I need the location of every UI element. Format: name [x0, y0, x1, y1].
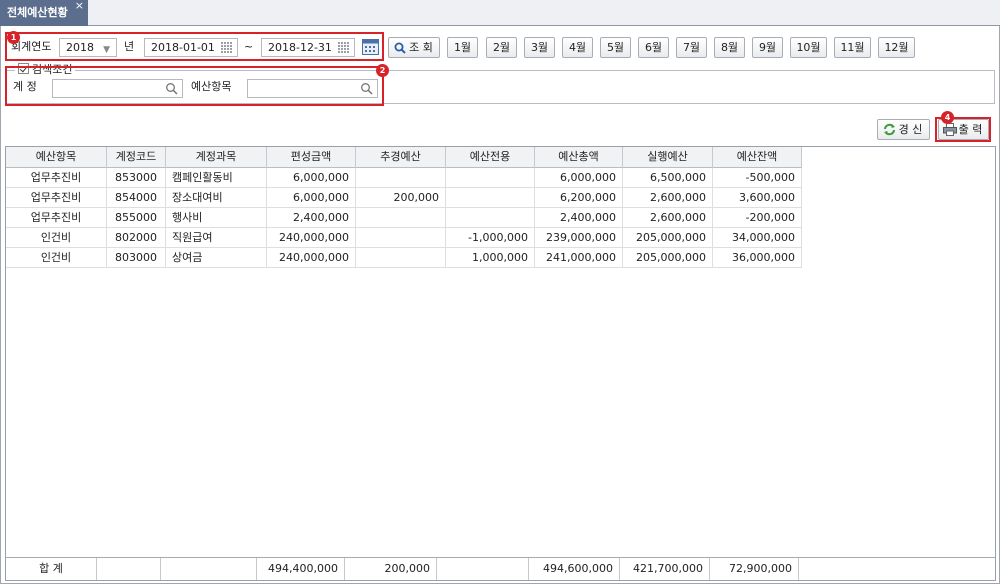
column-header[interactable]: 실행예산: [623, 147, 713, 168]
column-header[interactable]: 예산잔액: [713, 147, 802, 168]
month-button-10[interactable]: 10월: [790, 37, 827, 58]
table-cell: -200,000: [713, 208, 802, 228]
table-cell: 240,000,000: [267, 228, 356, 248]
table-cell: 239,000,000: [535, 228, 623, 248]
month-button-7[interactable]: 7월: [676, 37, 707, 58]
footer-cell: 494,400,000: [257, 558, 345, 580]
footer-cell: 421,700,000: [620, 558, 710, 580]
table-cell: 200,000: [356, 188, 446, 208]
grid-footer: 합 계 494,400,000 200,000 494,600,000 421,700,…: [6, 557, 995, 580]
month-button-3[interactable]: 3월: [524, 37, 555, 58]
refresh-icon: [884, 123, 895, 136]
column-header[interactable]: 추경예산: [356, 147, 446, 168]
table-cell: [356, 228, 446, 248]
table-cell: 행사비: [166, 208, 267, 228]
column-header[interactable]: 예산전용: [446, 147, 535, 168]
table-cell: 802000: [107, 228, 166, 248]
table-cell: -500,000: [713, 168, 802, 188]
badge-2: 2: [376, 64, 389, 77]
table-cell: 240,000,000: [267, 248, 356, 268]
table-cell: 6,500,000: [623, 168, 713, 188]
column-header[interactable]: 편성금액: [267, 147, 356, 168]
table-cell: 34,000,000: [713, 228, 802, 248]
table-cell: 업무추진비: [6, 208, 107, 228]
table-row[interactable]: 업무추진비 855000 행사비 2,400,000 2,400,000 2,600,00…: [6, 208, 802, 228]
badge-1: 1: [7, 31, 20, 44]
column-header[interactable]: 계정코드: [107, 147, 166, 168]
grid-header: 예산항목 계정코드 계정과목 편성금액 추경예산 예산전용 예산총액 실행예산 예산잔액: [6, 147, 802, 168]
footer-cell: [161, 558, 257, 580]
table-cell: [446, 188, 535, 208]
column-header[interactable]: 예산총액: [535, 147, 623, 168]
table-cell: 3,600,000: [713, 188, 802, 208]
month-button-4[interactable]: 4월: [562, 37, 593, 58]
highlight-box-2: [5, 66, 384, 106]
table-cell: [356, 248, 446, 268]
table-cell: [446, 208, 535, 228]
table-cell: 캠페인활동비: [166, 168, 267, 188]
search-button[interactable]: 조 회: [388, 37, 440, 58]
table-cell: 36,000,000: [713, 248, 802, 268]
column-header[interactable]: 계정과목: [166, 147, 267, 168]
footer-cell: 200,000: [345, 558, 437, 580]
table-cell: [446, 168, 535, 188]
table-row[interactable]: 업무추진비 854000 장소대여비 6,000,000 200,000 6,200,00…: [6, 188, 802, 208]
table-cell: [356, 168, 446, 188]
month-button-6[interactable]: 6월: [638, 37, 669, 58]
table-cell: 업무추진비: [6, 188, 107, 208]
tab-bar: 전체예산현황 ×: [0, 0, 1000, 26]
footer-cell: 72,900,000: [710, 558, 799, 580]
table-cell: 상여금: [166, 248, 267, 268]
badge-4: 4: [941, 111, 954, 124]
table-cell: 2,400,000: [267, 208, 356, 228]
table-cell: 직원급여: [166, 228, 267, 248]
table-cell: 인건비: [6, 248, 107, 268]
close-icon[interactable]: ×: [75, 0, 84, 13]
table-cell: 업무추진비: [6, 168, 107, 188]
footer-total-label: 합 계: [6, 558, 97, 580]
magnifier-icon: [394, 42, 406, 54]
table-cell: -1,000,000: [446, 228, 535, 248]
budget-grid: 예산항목 계정코드 계정과목 편성금액 추경예산 예산전용 예산총액 실행예산 예산잔액 업무추…: [5, 146, 996, 581]
table-cell: 855000: [107, 208, 166, 228]
column-header[interactable]: 예산항목: [6, 147, 107, 168]
highlight-box-1: [5, 32, 384, 61]
month-button-11[interactable]: 11월: [834, 37, 871, 58]
table-cell: 853000: [107, 168, 166, 188]
table-cell: 6,000,000: [267, 188, 356, 208]
table-cell: 6,000,000: [535, 168, 623, 188]
refresh-button[interactable]: 경 신: [877, 119, 930, 140]
table-cell: 205,000,000: [623, 248, 713, 268]
month-button-8[interactable]: 8월: [714, 37, 745, 58]
footer-cell: [437, 558, 529, 580]
table-cell: 장소대여비: [166, 188, 267, 208]
table-row[interactable]: 인건비 803000 상여금 240,000,000 1,000,000 241,000,…: [6, 248, 802, 268]
footer-cell: [97, 558, 161, 580]
table-cell: 1,000,000: [446, 248, 535, 268]
footer-cell: 494,600,000: [529, 558, 620, 580]
tab-budget-overview[interactable]: 전체예산현황 ×: [0, 0, 88, 26]
table-cell: 854000: [107, 188, 166, 208]
month-button-5[interactable]: 5월: [600, 37, 631, 58]
table-row[interactable]: 업무추진비 853000 캠페인활동비 6,000,000 6,000,000 6,500…: [6, 168, 802, 188]
month-button-12[interactable]: 12월: [878, 37, 915, 58]
table-cell: 2,600,000: [623, 208, 713, 228]
month-button-9[interactable]: 9월: [752, 37, 783, 58]
table-cell: 2,400,000: [535, 208, 623, 228]
table-cell: 6,000,000: [267, 168, 356, 188]
tab-title: 전체예산현황: [7, 6, 68, 19]
table-cell: 인건비: [6, 228, 107, 248]
table-cell: 241,000,000: [535, 248, 623, 268]
table-cell: 803000: [107, 248, 166, 268]
table-cell: [356, 208, 446, 228]
table-cell: 6,200,000: [535, 188, 623, 208]
table-cell: 205,000,000: [623, 228, 713, 248]
table-cell: 2,600,000: [623, 188, 713, 208]
month-button-1[interactable]: 1월: [447, 37, 478, 58]
month-button-2[interactable]: 2월: [486, 37, 517, 58]
table-row[interactable]: 인건비 802000 직원급여 240,000,000 -1,000,000 239,00…: [6, 228, 802, 248]
